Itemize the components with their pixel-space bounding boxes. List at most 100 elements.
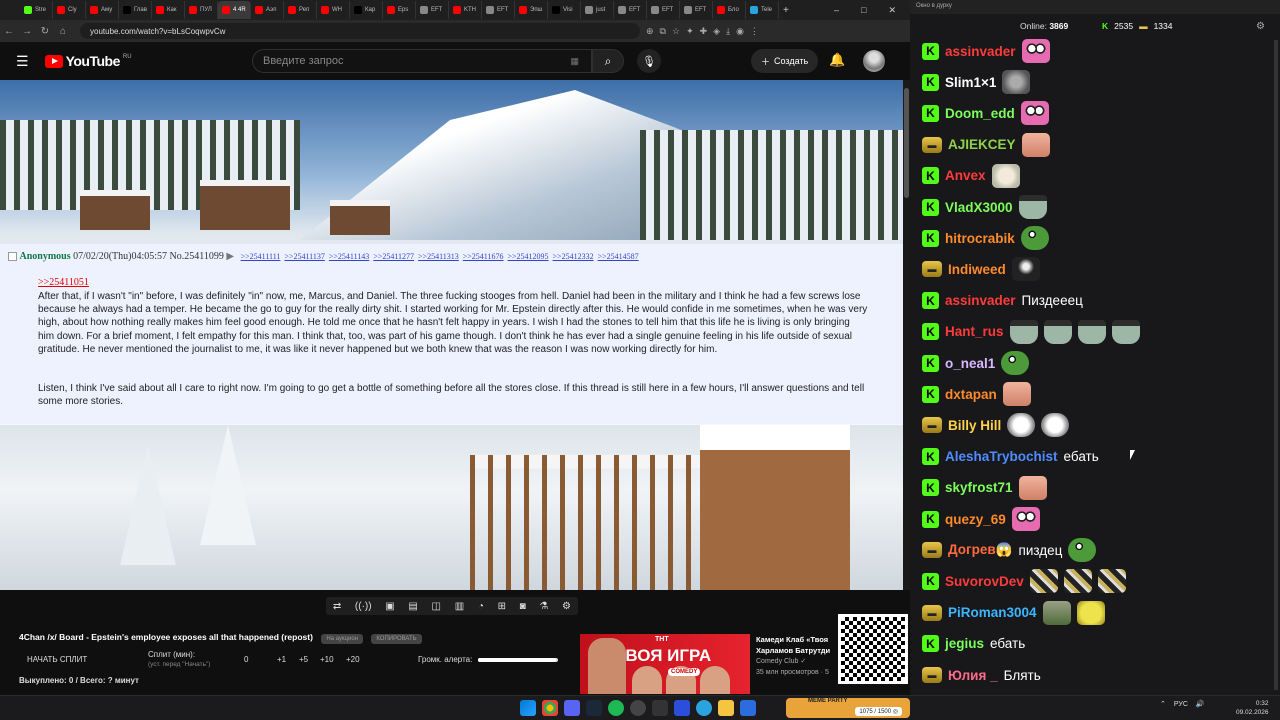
hamburger-icon[interactable]: ☰ [16, 53, 29, 70]
extension-icon[interactable]: ✚ [700, 26, 708, 37]
toolbar-tool-icon[interactable]: ◙ [520, 601, 526, 612]
cast-icon[interactable]: ⧉ [660, 26, 666, 37]
toolbar-tool-icon[interactable]: ⇄ [333, 601, 341, 612]
backlink[interactable]: >>25412095 [508, 252, 549, 261]
chrome-icon[interactable] [542, 700, 558, 716]
backlink[interactable]: >>25411137 [284, 252, 324, 261]
browser-tab[interactable]: Clу [53, 1, 86, 19]
address-bar[interactable]: youtube.com/watch?v=bLsCoqwpvCw [80, 23, 640, 39]
chat-username[interactable]: assinvader [945, 293, 1016, 308]
browser-tab[interactable]: ПУЛ [185, 1, 218, 19]
chat-username[interactable]: AJIEKCEY [948, 137, 1016, 152]
new-tab-button[interactable]: + [783, 5, 789, 16]
chat-username[interactable]: Slim1×1 [945, 75, 996, 90]
back-icon[interactable]: ← [0, 26, 18, 37]
copy-button[interactable]: КОПИРОВАТЬ [371, 634, 422, 644]
chat-username[interactable]: o_neal1 [945, 356, 995, 371]
backlink[interactable]: >>25411111 [241, 252, 281, 261]
browser-tab[interactable]: Эпш [515, 1, 548, 19]
spotify-icon[interactable] [608, 700, 624, 716]
chat-username[interactable]: Billy Hill [948, 418, 1001, 433]
browser-tab[interactable]: WH [317, 1, 350, 19]
backlink[interactable]: >>25411313 [418, 252, 459, 261]
reload-icon[interactable]: ↻ [36, 26, 54, 37]
toolbar-tool-icon[interactable]: ((·)) [355, 601, 372, 612]
browser-tab[interactable]: Eps [383, 1, 416, 19]
chat-username[interactable]: Юлия _ [948, 668, 998, 683]
folder-icon[interactable] [718, 700, 734, 716]
app-icon[interactable] [674, 700, 690, 716]
chat-username[interactable]: AleshaTrybochist [945, 449, 1058, 464]
app-icon[interactable] [652, 700, 668, 716]
post-checkbox[interactable] [8, 252, 17, 262]
add-1-button[interactable]: +1 [277, 655, 286, 664]
auction-button[interactable]: На аукцион [321, 634, 363, 644]
browser-tab[interactable]: Tele [746, 1, 779, 19]
backlink[interactable]: >>25411676 [463, 252, 504, 261]
video-player[interactable]: Anonymous 07/02/20(Thu)04:05:57 No.25411… [0, 80, 903, 590]
chat-username[interactable]: assinvader [945, 44, 1016, 59]
scrollbar-thumb[interactable] [904, 88, 909, 198]
toolbar-tool-icon[interactable]: ▣ [385, 601, 394, 612]
clock[interactable]: 0:32 09.02.2026 [1236, 699, 1269, 717]
split-value[interactable]: 0 [244, 655, 248, 664]
backlink[interactable]: >>25411277 [373, 252, 414, 261]
add-20-button[interactable]: +20 [346, 655, 360, 664]
minimize-icon[interactable]: – [834, 5, 839, 16]
browser-tab[interactable]: Visi [548, 1, 581, 19]
extension-icon[interactable]: ◈ [713, 26, 720, 37]
chat-username[interactable]: PiRoman3004 [948, 605, 1037, 620]
youtube-logo[interactable]: YouTube RU [44, 53, 132, 69]
app-icon[interactable] [740, 700, 756, 716]
maximize-icon[interactable]: □ [861, 5, 866, 16]
chat-username[interactable]: SuvorovDev [945, 574, 1024, 589]
toolbar-tool-icon[interactable]: ▥ [455, 601, 464, 612]
chat-username[interactable]: Indiweed [948, 262, 1006, 277]
chat-username[interactable]: Hant_rus [945, 324, 1004, 339]
create-button[interactable]: ＋ Создать [751, 49, 819, 73]
browser-tab[interactable]: Аму [86, 1, 119, 19]
language-indicator[interactable]: РУС [1174, 701, 1188, 708]
forward-icon[interactable]: → [18, 26, 36, 37]
chat-settings-icon[interactable]: ⚙ [1256, 21, 1265, 32]
chat-username[interactable]: Anvex [945, 168, 986, 183]
add-10-button[interactable]: +10 [320, 655, 334, 664]
extension-icon[interactable]: ✦ [686, 26, 694, 37]
start-icon[interactable] [520, 700, 536, 716]
toolbar-tool-icon[interactable]: ⚙ [562, 601, 571, 612]
toolbar-tool-icon[interactable]: ⊞ [498, 601, 506, 612]
download-icon[interactable]: ⤓ [726, 26, 730, 37]
profile-icon[interactable]: ◉ [736, 26, 744, 37]
browser-tab[interactable]: EFT [482, 1, 515, 19]
alert-volume-slider[interactable] [478, 658, 558, 662]
browser-tab[interactable]: EFT [647, 1, 680, 19]
avatar[interactable] [863, 50, 885, 72]
chat-username[interactable]: quezy_69 [945, 512, 1006, 527]
toolbar-tool-icon[interactable]: ◫ [432, 601, 441, 612]
search-button[interactable]: ⌕ [592, 49, 624, 73]
discord-icon[interactable] [564, 700, 580, 716]
toolbar-tool-icon[interactable]: ▤ [408, 601, 417, 612]
search-input[interactable]: Введите запрос ▦ [252, 49, 592, 73]
keyboard-icon[interactable]: ▦ [570, 56, 579, 67]
toolbar-tool-icon[interactable]: ◔ [478, 601, 484, 612]
start-split-button[interactable]: НАЧАТЬ СПЛИТ [27, 655, 87, 664]
chat-username[interactable]: VladX3000 [945, 200, 1013, 215]
chat-username[interactable]: Догрев😱 [948, 542, 1013, 558]
menu-dots-icon[interactable]: ⋮ [750, 26, 759, 37]
chevron-up-icon[interactable]: ⌃ [1160, 700, 1166, 708]
chat-username[interactable]: skyfrost71 [945, 480, 1013, 495]
obs-icon[interactable] [630, 700, 646, 716]
meme-party-widget[interactable]: MEME PARTY 1075 / 1500 ◎ [786, 698, 910, 718]
toolbar-tool-icon[interactable]: ⚗ [539, 601, 548, 612]
chat-username[interactable]: jegius [945, 636, 984, 651]
mic-button[interactable]: 🎙 [637, 49, 661, 73]
post-menu-icon[interactable]: ▶ [226, 251, 234, 262]
browser-tab[interactable]: Аэп [251, 1, 284, 19]
browser-tab[interactable]: KTH [449, 1, 482, 19]
backlink[interactable]: >>25411143 [329, 252, 369, 261]
browser-tab[interactable]: EFT [416, 1, 449, 19]
browser-tab[interactable]: Глав [119, 1, 152, 19]
backlink[interactable]: >>25414587 [598, 252, 639, 261]
recommended-video[interactable]: Камеди Клаб «Твоя Харламов Батрутди Come… [756, 634, 840, 678]
